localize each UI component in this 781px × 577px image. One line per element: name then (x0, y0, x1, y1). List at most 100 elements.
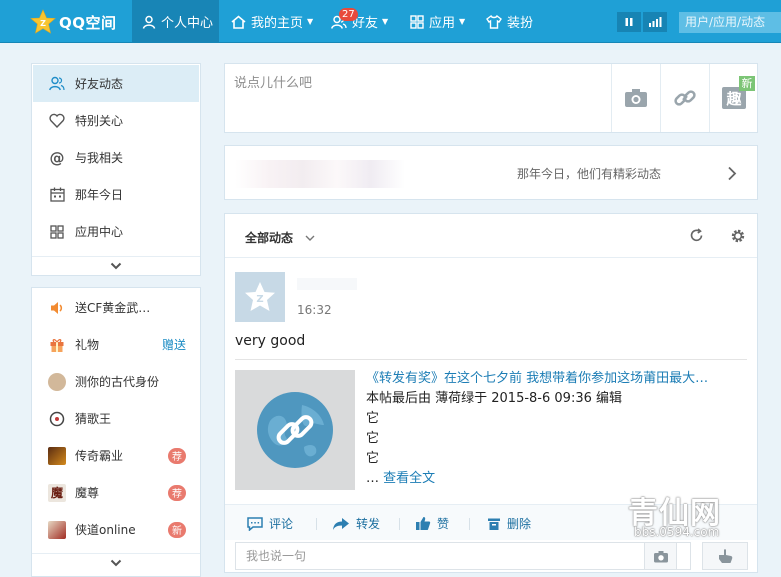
blurred-photo-strip (235, 160, 405, 188)
link-icon (674, 90, 696, 106)
shared-line: 本帖最后由 薄荷绿于 2015-8-6 09:36 编辑 (366, 391, 623, 406)
shared-line: 它 (366, 411, 380, 426)
app-label: 传奇霸业 (75, 449, 124, 463)
music-level-button[interactable] (643, 12, 667, 32)
at-icon: @ (49, 148, 65, 167)
app-label: 送CF黄金武… (75, 301, 151, 315)
svg-text:Z: Z (256, 294, 263, 305)
divider (235, 359, 747, 360)
sidebar-apps-expand-button[interactable] (32, 553, 200, 572)
sidebar-item-related-to-me[interactable]: @ 与我相关 (33, 139, 196, 176)
sidebar-item-on-this-day[interactable]: 那年今日 (33, 176, 196, 213)
forward-button[interactable]: 转发 (332, 515, 380, 532)
shared-title-link[interactable]: 《转发有奖》在这个七夕前 我想带着你参加这场莆田最大… (366, 369, 708, 389)
reply-input[interactable]: 我也说一句 (235, 542, 691, 570)
forward-label: 转发 (356, 517, 381, 531)
comment-icon (247, 516, 263, 531)
shared-link-thumbnail[interactable] (235, 370, 355, 490)
chevron-down-icon (110, 559, 122, 567)
star-logo-icon: Z (30, 9, 56, 34)
sidebar-expand-button[interactable] (32, 256, 200, 275)
sidebar-item-friend-feed[interactable]: 好友动态 (33, 65, 199, 102)
divider (469, 518, 470, 530)
delete-button[interactable]: 删除 (487, 515, 531, 532)
demon-game-icon: 魔 (48, 483, 66, 502)
camera-icon (653, 550, 668, 562)
music-pause-button[interactable] (617, 12, 641, 32)
app-label: 测你的古代身份 (75, 375, 160, 389)
sidebar-app-item[interactable]: 侠道online 新 (33, 511, 196, 548)
nav-label: 装扮 (507, 16, 534, 31)
chevron-down-icon (110, 262, 122, 270)
calendar-icon (48, 186, 66, 204)
chevron-right-icon (728, 166, 737, 181)
shared-line: 它 (366, 431, 380, 446)
trash-icon (488, 518, 500, 530)
user-icon (142, 15, 156, 29)
friends-icon (48, 75, 66, 93)
search-input[interactable]: 用户/应用/动态 (679, 12, 781, 33)
reply-photo-button[interactable] (644, 542, 677, 570)
sidebar-app-item[interactable]: 魔 魔尊 荐 (33, 474, 196, 511)
sidebar-app-item[interactable]: 送CF黄金武… (33, 289, 196, 326)
app-label: 猜歌王 (75, 412, 112, 426)
qzone-logo[interactable]: Z QQ空间 (30, 9, 117, 35)
pause-icon (625, 18, 633, 26)
nav-friends[interactable]: 好友 ▼ 27 (331, 0, 388, 43)
legend-game-icon (48, 446, 66, 465)
read-more-row: … 查看全文 (366, 469, 708, 489)
new-badge: 新 (168, 521, 186, 538)
delete-label: 删除 (507, 517, 532, 531)
watermark-url: bbs.0594.com (634, 525, 720, 539)
upload-photo-button[interactable] (611, 64, 660, 132)
on-this-day-banner[interactable]: 那年今日，他们有精彩动态 (224, 145, 758, 200)
share-link-button[interactable] (660, 64, 709, 132)
nav-label: 应用 (429, 16, 456, 31)
reply-emoji-button[interactable] (702, 542, 748, 570)
avatar[interactable]: Z (235, 272, 285, 322)
poke-hand-icon (719, 549, 733, 563)
sidebar-item-label: 应用中心 (75, 225, 124, 239)
portrait-app-icon (48, 372, 66, 391)
shared-line: 它 (366, 451, 380, 466)
sidebar-item-app-center[interactable]: 应用中心 (33, 213, 196, 250)
thumbs-up-icon (416, 517, 431, 530)
divider (316, 518, 317, 530)
like-button[interactable]: 赞 (415, 515, 449, 532)
read-more-link[interactable]: 查看全文 (383, 471, 435, 486)
shared-content: 《转发有奖》在这个七夕前 我想带着你参加这场莆田最大… 本帖最后由 薄荷绿于 2… (366, 369, 708, 489)
ellipsis-text: … (366, 471, 384, 486)
gift-send-link[interactable]: 赠送 (162, 336, 186, 353)
sidebar-item-label: 特别关心 (75, 114, 124, 128)
sidebar-app-item[interactable]: 传奇霸业 荐 (33, 437, 196, 474)
recommend-badge: 荐 (168, 484, 186, 501)
nav-personal-center[interactable]: 个人中心 (132, 0, 219, 43)
sidebar-item-label: 好友动态 (75, 77, 124, 91)
app-label: 魔尊 (75, 486, 100, 500)
notification-badge: 27 (339, 8, 358, 21)
sidebar-app-item[interactable]: 礼物 赠送 (33, 326, 196, 363)
sidebar-app-item[interactable]: 猜歌王 (33, 400, 196, 437)
refresh-icon[interactable] (689, 228, 704, 243)
heart-icon (48, 112, 66, 130)
like-label: 赞 (437, 517, 450, 531)
nav-decorate[interactable]: 装扮 (486, 0, 533, 43)
grid-icon (48, 223, 66, 241)
composer-input[interactable]: 说点儿什么吧 (234, 72, 312, 91)
fun-features-button[interactable]: 趣 新 (709, 64, 758, 132)
feed-filter-dropdown[interactable]: 全部动态 (245, 229, 315, 246)
poster-name-blurred (297, 278, 357, 290)
sidebar-app-item[interactable]: 测你的古代身份 (33, 363, 196, 400)
gear-icon[interactable] (730, 228, 746, 244)
song-game-icon (48, 410, 66, 428)
sidebar-item-special-care[interactable]: 特别关心 (33, 102, 196, 139)
camera-icon (625, 89, 647, 107)
xiadao-game-icon (48, 520, 66, 539)
comment-label: 评论 (269, 517, 294, 531)
comment-button[interactable]: 评论 (247, 515, 293, 532)
nav-apps[interactable]: 应用 ▼ (410, 0, 465, 43)
chevron-down-icon: ▼ (382, 17, 389, 26)
nav-my-homepage[interactable]: 我的主页 ▼ (231, 0, 313, 43)
forward-icon (333, 517, 349, 530)
shirt-icon (486, 14, 502, 29)
